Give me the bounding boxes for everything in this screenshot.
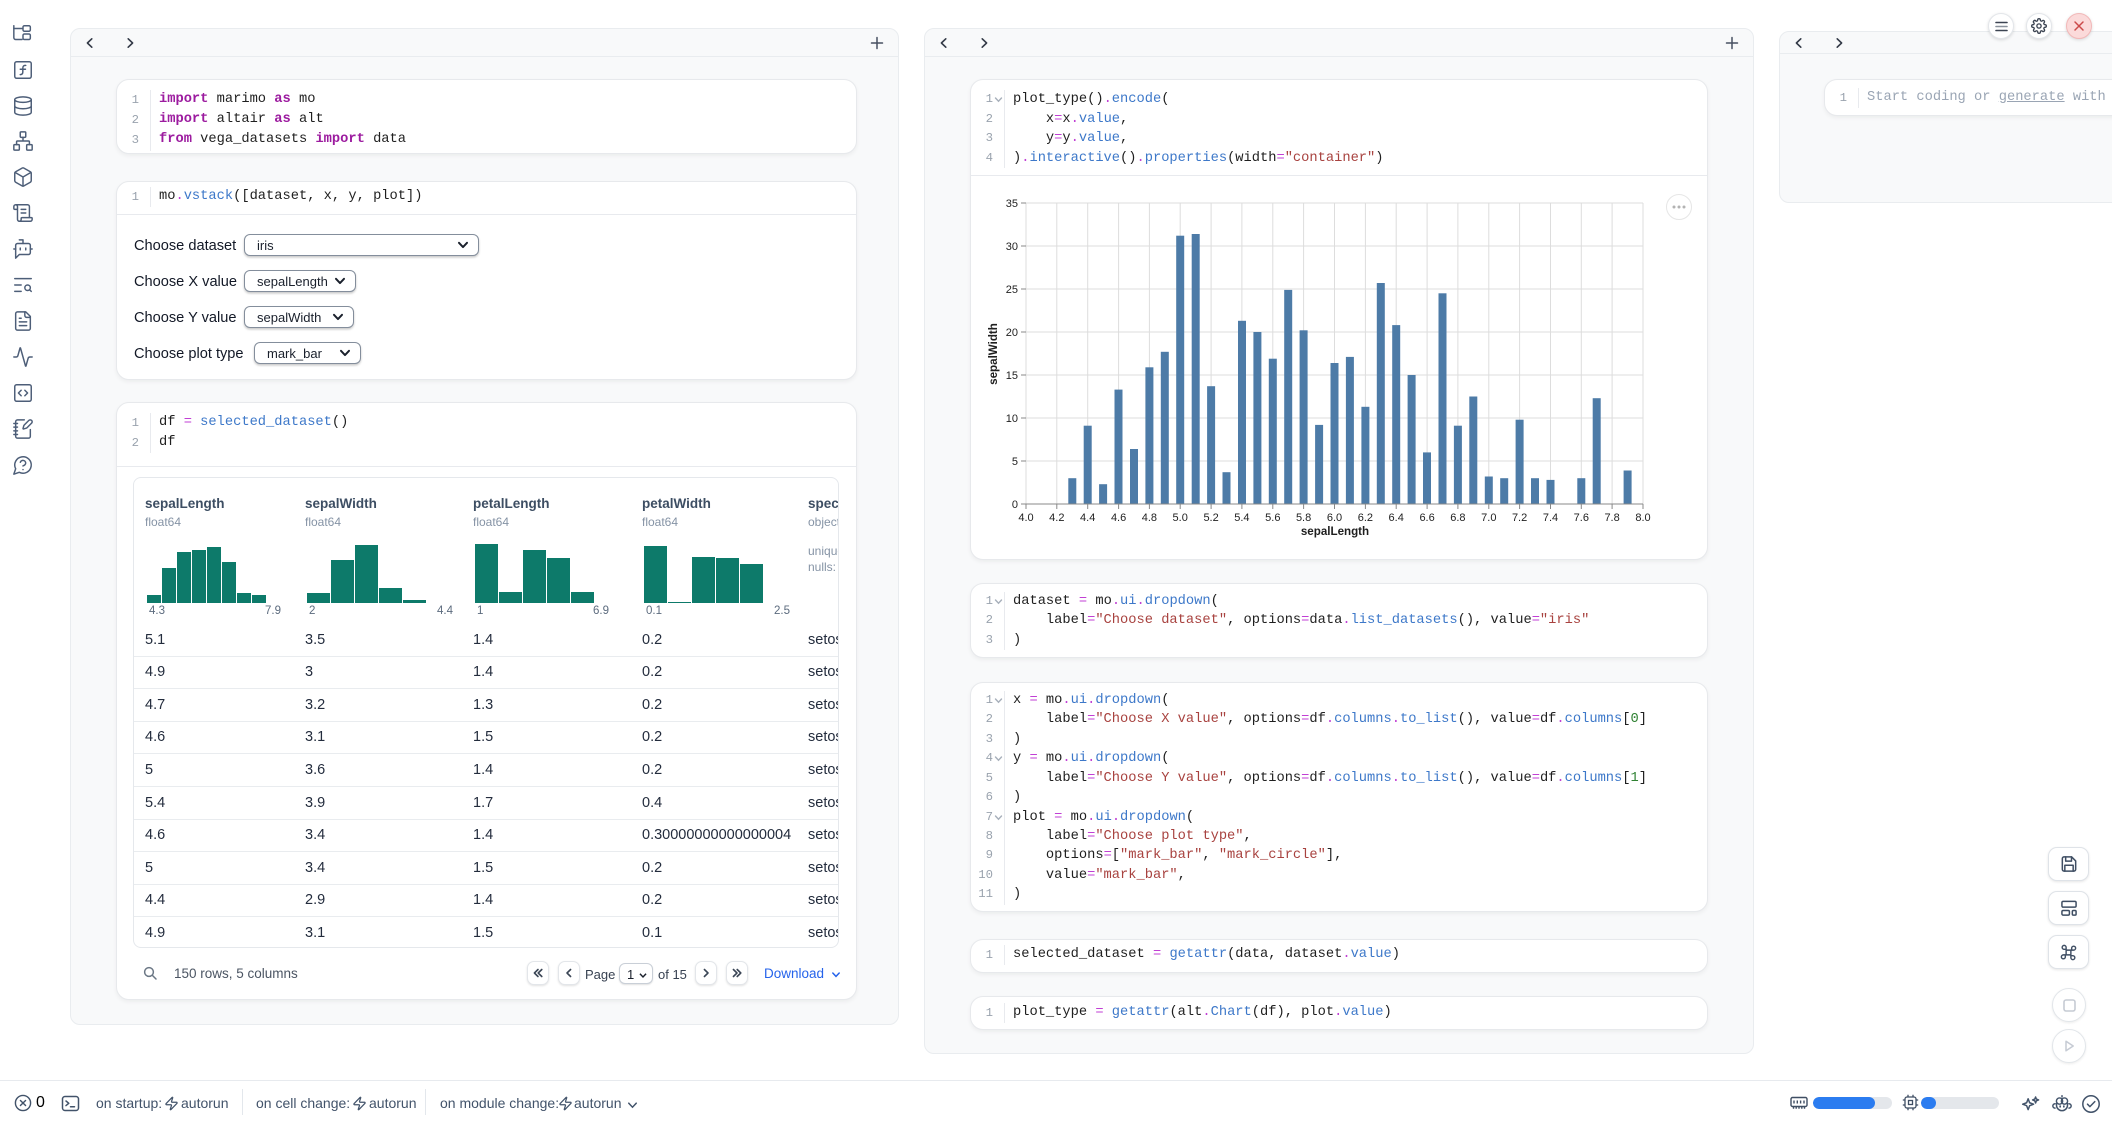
svg-text:20: 20 [1006, 327, 1018, 339]
svg-text:7.8: 7.8 [1604, 512, 1619, 524]
svg-text:4.2: 4.2 [1049, 512, 1064, 524]
svg-text:30: 30 [1006, 241, 1018, 253]
svg-text:8.0: 8.0 [1635, 512, 1650, 524]
svg-text:15: 15 [1006, 370, 1018, 382]
svg-text:5.0: 5.0 [1173, 512, 1188, 524]
svg-text:4.4: 4.4 [1080, 512, 1095, 524]
svg-text:5.8: 5.8 [1296, 512, 1311, 524]
svg-text:6.6: 6.6 [1419, 512, 1434, 524]
svg-text:7.6: 7.6 [1574, 512, 1589, 524]
svg-text:4.8: 4.8 [1142, 512, 1157, 524]
svg-text:4.0: 4.0 [1018, 512, 1033, 524]
svg-text:7.4: 7.4 [1543, 512, 1558, 524]
svg-text:5.2: 5.2 [1203, 512, 1218, 524]
svg-text:7.0: 7.0 [1481, 512, 1496, 524]
svg-text:10: 10 [1006, 413, 1018, 425]
svg-text:7.2: 7.2 [1512, 512, 1527, 524]
svg-text:6.4: 6.4 [1389, 512, 1404, 524]
svg-text:6.0: 6.0 [1327, 512, 1342, 524]
svg-text:6.8: 6.8 [1450, 512, 1465, 524]
svg-text:sepalLength: sepalLength [1301, 525, 1369, 538]
svg-text:5.4: 5.4 [1234, 512, 1249, 524]
svg-text:0: 0 [1012, 499, 1018, 511]
svg-text:4.6: 4.6 [1111, 512, 1126, 524]
svg-text:5.6: 5.6 [1265, 512, 1280, 524]
svg-text:25: 25 [1006, 284, 1018, 296]
svg-text:sepalWidth: sepalWidth [987, 323, 1000, 385]
svg-text:6.2: 6.2 [1358, 512, 1373, 524]
svg-text:5: 5 [1012, 456, 1018, 468]
svg-text:35: 35 [1006, 198, 1018, 210]
